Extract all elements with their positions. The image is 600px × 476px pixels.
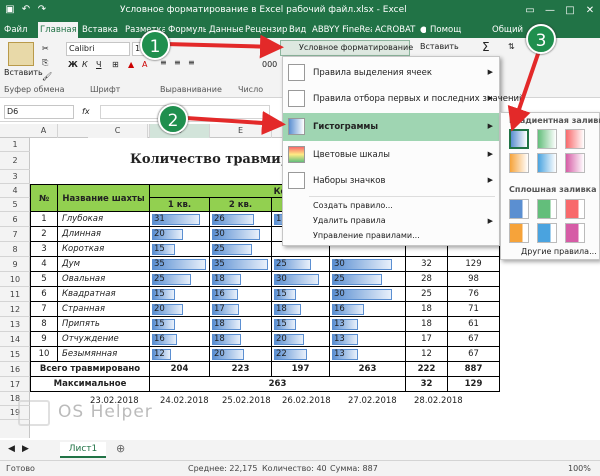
callout-badge-2: 2 — [158, 104, 188, 134]
arrow-2 — [185, 110, 286, 135]
callout-badge-3: 3 — [526, 24, 556, 54]
arrow-3 — [507, 47, 542, 132]
arrow-1 — [165, 34, 284, 59]
callout-badge-1: 1 — [140, 30, 170, 60]
callout-arrows — [165, 34, 542, 135]
